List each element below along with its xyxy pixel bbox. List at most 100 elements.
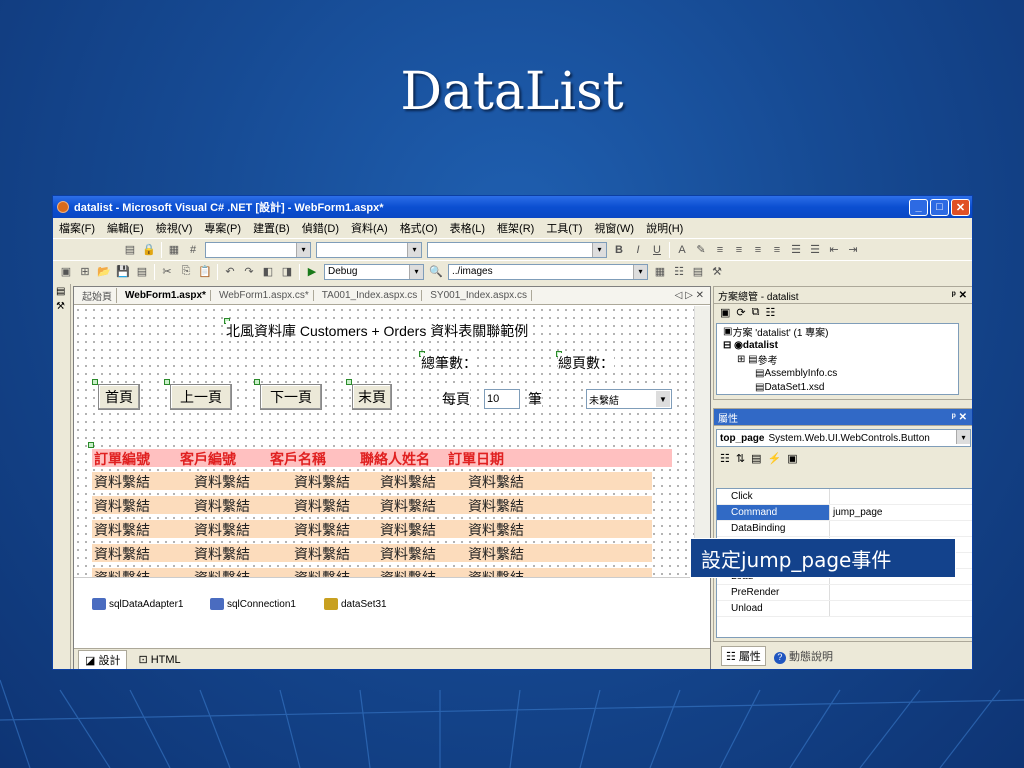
menu-data[interactable]: 資料(A) [351,220,388,236]
italic-icon[interactable]: I [631,243,645,257]
first-page-button[interactable]: 首頁 [98,384,140,410]
tree-item-project[interactable]: ⊟ ◉ datalist [717,338,958,352]
redo-icon[interactable]: ↷ [242,265,256,279]
align-left-icon[interactable]: ≡ [713,243,727,257]
design-surface[interactable]: 北風資料庫 Customers + Orders 資料表關聯範例 總筆數： 總頁… [74,306,694,586]
toolbox-icon[interactable]: ⚒ [710,265,724,279]
align-icon[interactable]: ▤ [123,243,137,257]
tray-sqldataadapter[interactable]: sqlDataAdapter1 [92,598,184,610]
property-row-unload[interactable]: Unload [717,601,972,617]
tab-controls[interactable]: ◁ ▷ ✕ [675,290,710,301]
block-format-combo[interactable]: ▾ [205,241,311,258]
pin-icon[interactable]: ᵖ ✕ [952,290,972,301]
save-icon[interactable]: 💾 [116,265,130,279]
tab-start-page[interactable]: 起始頁 [78,288,117,303]
copy-project-icon[interactable]: ⧉ [752,306,760,320]
grid-icon[interactable]: ▦ [167,243,181,257]
copy-icon[interactable]: ⎘ [179,265,193,279]
find-combo[interactable]: ../images ▾ [448,263,648,280]
tree-item-dataset1[interactable]: ▤ DataSet1.xsd [717,380,958,394]
font-color-icon[interactable]: A [675,243,689,257]
categorized-icon[interactable]: ☷ [720,452,730,468]
tree-item-references[interactable]: ⊞ ▤ 參考 [717,352,958,367]
highlight-icon[interactable]: ✎ [694,243,708,257]
property-value[interactable] [830,601,972,616]
page-size-input[interactable]: 10 [484,389,520,409]
tab-sy001[interactable]: SY001_Index.aspx.cs [426,290,532,301]
designer-scrollbar[interactable] [694,306,710,576]
cut-icon[interactable]: ✂ [160,265,174,279]
tab-webform1-cs[interactable]: WebForm1.aspx.cs* [215,290,314,301]
tab-html[interactable]: ⊡ HTML [131,651,188,668]
prev-page-button[interactable]: 上一頁 [170,384,232,410]
property-value[interactable] [830,521,972,536]
menu-help[interactable]: 說明(H) [646,220,683,236]
menu-table[interactable]: 表格(L) [450,220,485,236]
menu-file[interactable]: 檔案(F) [59,220,95,236]
indent-icon[interactable]: ⇥ [846,243,860,257]
menu-window[interactable]: 視窗(W) [594,220,634,236]
tab-ta001[interactable]: TA001_Index.aspx.cs [318,290,423,301]
solution-explorer-icon[interactable]: ▦ [653,265,667,279]
properties-icon[interactable]: ☷ [765,306,775,320]
menu-project[interactable]: 專案(P) [204,220,241,236]
menu-tools[interactable]: 工具(T) [546,220,582,236]
nav-forward-icon[interactable]: ◨ [280,265,294,279]
justify-icon[interactable]: ≡ [770,243,784,257]
find-in-files-icon[interactable]: 🔍 [429,265,443,279]
alphabetical-icon[interactable]: ⇅ [736,452,745,468]
menu-debug[interactable]: 偵錯(D) [302,220,339,236]
property-row-click[interactable]: Click [717,489,972,505]
close-button[interactable]: ✕ [951,198,970,216]
refresh-icon[interactable]: ⟳ [736,306,745,320]
outdent-icon[interactable]: ⇤ [827,243,841,257]
object-selector[interactable]: top_page System.Web.UI.WebControls.Button… [716,429,971,447]
lock-icon[interactable]: 🔒 [142,243,156,257]
toolbox-icon[interactable]: ⚒ [53,299,70,314]
toolbox-strip[interactable]: ▤ ⚒ [53,284,71,669]
menu-frames[interactable]: 框架(R) [497,220,534,236]
numbered-list-icon[interactable]: ☰ [789,243,803,257]
show-all-icon[interactable]: ▣ [720,306,730,320]
property-row-databinding[interactable]: DataBinding [717,521,972,537]
open-icon[interactable]: 📂 [97,265,111,279]
menu-view[interactable]: 檢視(V) [156,220,193,236]
tab-dynamic-help[interactable]: ? 動態說明 [770,647,837,665]
menu-format[interactable]: 格式(O) [400,220,438,236]
next-page-button[interactable]: 下一頁 [260,384,322,410]
property-value[interactable]: jump_page [830,505,972,520]
property-value[interactable] [830,489,972,504]
events-icon[interactable]: ⚡ [768,452,782,468]
config-combo[interactable]: Debug ▾ [324,263,424,280]
bullet-list-icon[interactable]: ☰ [808,243,822,257]
class-view-icon[interactable]: ▤ [691,265,705,279]
table-icon[interactable]: # [186,243,200,257]
align-center-icon[interactable]: ≡ [732,243,746,257]
undo-icon[interactable]: ↶ [223,265,237,279]
property-pages-icon[interactable]: ▣ [787,452,797,468]
font-size-combo[interactable]: ▾ [427,241,607,258]
tab-webform1-aspx[interactable]: WebForm1.aspx* [121,290,211,301]
tab-properties[interactable]: ☷ 屬性 [721,646,766,666]
bold-icon[interactable]: B [612,243,626,257]
tree-item-solution[interactable]: ▣ 方案 'datalist' (1 專案) [717,324,958,339]
property-row-prerender[interactable]: PreRender [717,585,972,601]
properties-icon[interactable]: ☷ [672,265,686,279]
pin-icon[interactable]: ᵖ ✕ [952,412,972,423]
menu-build[interactable]: 建置(B) [253,220,290,236]
underline-icon[interactable]: U [650,243,664,257]
tray-sqlconnection[interactable]: sqlConnection1 [210,598,296,610]
last-page-button[interactable]: 末頁 [352,384,392,410]
paste-icon[interactable]: 📋 [198,265,212,279]
properties-view-icon[interactable]: ▤ [751,452,761,468]
property-row-command[interactable]: Command jump_page [717,505,972,521]
tray-dataset[interactable]: dataSet31 [324,598,387,610]
property-value[interactable] [830,585,972,600]
new-project-icon[interactable]: ▣ [59,265,73,279]
add-item-icon[interactable]: ⊞ [78,265,92,279]
server-explorer-icon[interactable]: ▤ [53,284,70,299]
tree-item-assemblyinfo[interactable]: ▤ AssemblyInfo.cs [717,366,958,380]
minimize-button[interactable]: _ [909,198,928,216]
save-all-icon[interactable]: ▤ [135,265,149,279]
tab-design[interactable]: ◪ 設計 [78,649,128,669]
